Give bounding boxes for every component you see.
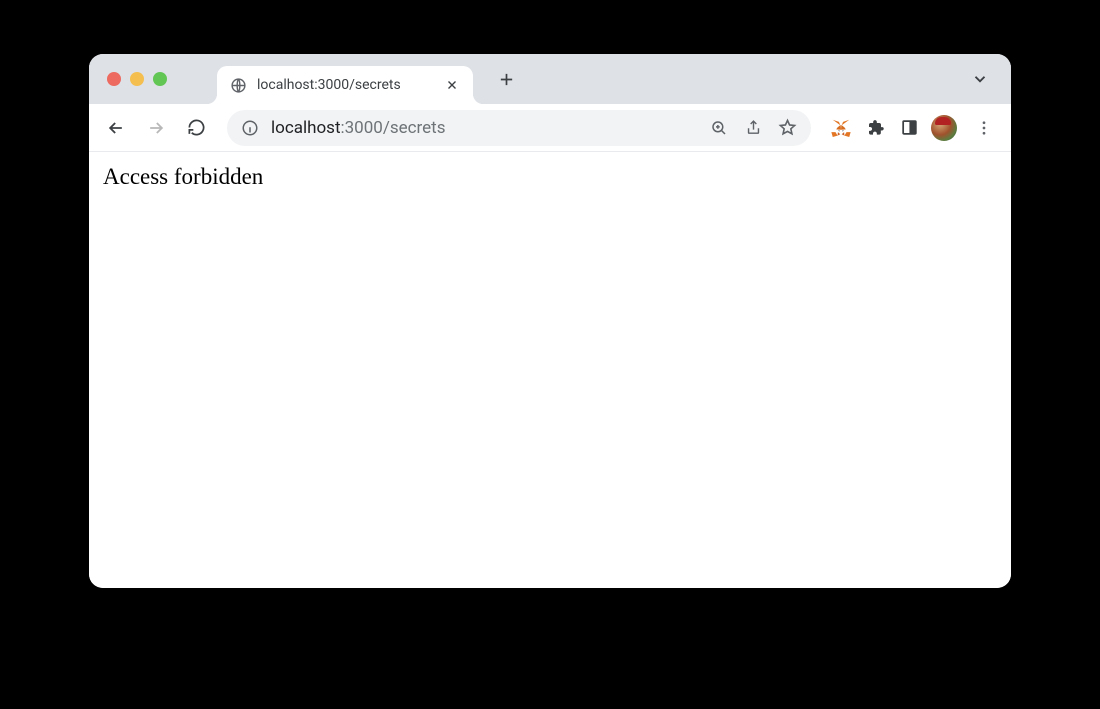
address-bar[interactable]: localhost:3000/secrets [227,110,811,146]
browser-window: localhost:3000/secrets [89,54,1011,588]
zoom-icon[interactable] [709,118,729,138]
url-path: :3000/secrets [341,118,446,138]
url-text: localhost:3000/secrets [271,118,697,138]
tab-close-button[interactable] [443,76,461,94]
share-icon[interactable] [743,118,763,138]
back-button[interactable] [99,111,133,145]
tabs-overflow-button[interactable] [967,66,993,92]
site-info-icon[interactable] [241,119,259,137]
traffic-lights [107,72,167,86]
browser-tab[interactable]: localhost:3000/secrets [217,66,473,104]
new-tab-button[interactable] [491,64,521,94]
side-panel-icon[interactable] [897,116,921,140]
page-content: Access forbidden [89,152,1011,588]
url-host: localhost [271,118,341,138]
window-minimize-button[interactable] [130,72,144,86]
window-maximize-button[interactable] [153,72,167,86]
omnibox-actions [709,118,805,138]
extensions-area [825,115,961,141]
tab-strip: localhost:3000/secrets [89,54,1011,104]
browser-menu-button[interactable] [967,111,1001,145]
extensions-puzzle-icon[interactable] [863,116,887,140]
window-close-button[interactable] [107,72,121,86]
profile-avatar[interactable] [931,115,957,141]
metamask-extension-icon[interactable] [829,116,853,140]
tab-title: localhost:3000/secrets [257,77,433,93]
reload-button[interactable] [179,111,213,145]
toolbar: localhost:3000/secrets [89,104,1011,152]
forward-button[interactable] [139,111,173,145]
globe-icon [229,76,247,94]
bookmark-star-icon[interactable] [777,118,797,138]
page-body-text: Access forbidden [103,164,997,190]
